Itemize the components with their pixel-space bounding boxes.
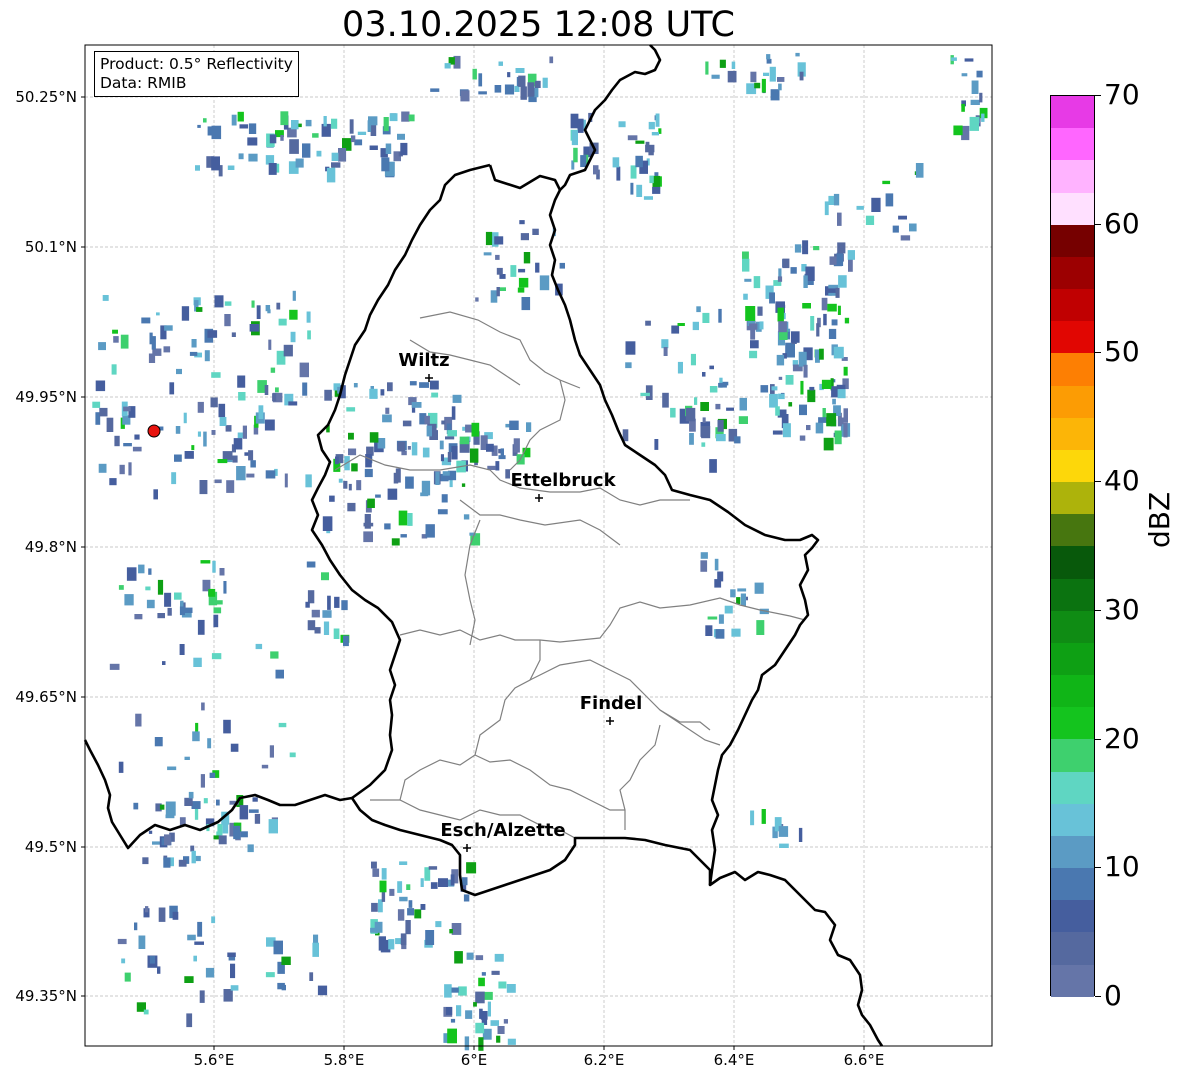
- colorbar-unit-label: dBZ: [1143, 491, 1176, 548]
- lat-label: 49.95°N: [15, 388, 77, 406]
- colorbar: [1050, 95, 1095, 997]
- lon-label: 6.2°E: [583, 1051, 625, 1069]
- colorbar-tick: [1095, 352, 1101, 354]
- colorbar-tick-label: 30: [1104, 592, 1140, 626]
- lon-label: 5.8°E: [323, 1051, 365, 1069]
- colorbar-tick: [1095, 223, 1101, 225]
- colorbar-tick: [1095, 867, 1101, 869]
- colorbar-tick: [1095, 738, 1101, 740]
- lon-label: 6.6°E: [843, 1051, 885, 1069]
- colorbar-tick: [1095, 996, 1101, 997]
- lat-label: 50.25°N: [15, 88, 77, 106]
- city-label-wiltz: Wiltz: [398, 350, 450, 371]
- product-text: Product: 0.5° Reflectivity: [100, 55, 293, 73]
- colorbar-tick-label: 50: [1104, 335, 1140, 369]
- city-label-ettelbruck: Ettelbruck: [510, 470, 616, 491]
- colorbar-tick-label: 20: [1104, 721, 1140, 755]
- colorbar-tick-label: 40: [1104, 464, 1140, 498]
- lat-label: 49.65°N: [15, 688, 77, 706]
- lat-label: 49.8°N: [24, 538, 77, 556]
- lat-label: 50.1°N: [24, 238, 77, 256]
- lat-label: 49.5°N: [24, 838, 77, 856]
- lon-label: 5.6°E: [193, 1051, 235, 1069]
- colorbar-tick: [1095, 609, 1101, 611]
- lon-label: 6°E: [460, 1051, 488, 1069]
- city-label-findel: Findel: [579, 693, 643, 714]
- data-source-text: Data: RMIB: [100, 74, 187, 92]
- radar-map[interactable]: [0, 0, 1184, 1081]
- info-box: Product: 0.5° Reflectivity Data: RMIB: [94, 51, 299, 97]
- colorbar-tick-label: 70: [1104, 78, 1140, 111]
- colorbar-tick: [1095, 95, 1101, 96]
- city-label-esch-alzette: Esch/Alzette: [440, 820, 566, 841]
- colorbar-tick: [1095, 481, 1101, 483]
- colorbar-tick-label: 10: [1104, 850, 1140, 884]
- colorbar-tick-label: 0: [1104, 979, 1122, 1012]
- radar-site-marker: [147, 424, 161, 438]
- lat-label: 49.35°N: [15, 987, 77, 1005]
- colorbar-tick-label: 60: [1104, 206, 1140, 240]
- lon-label: 6.4°E: [713, 1051, 755, 1069]
